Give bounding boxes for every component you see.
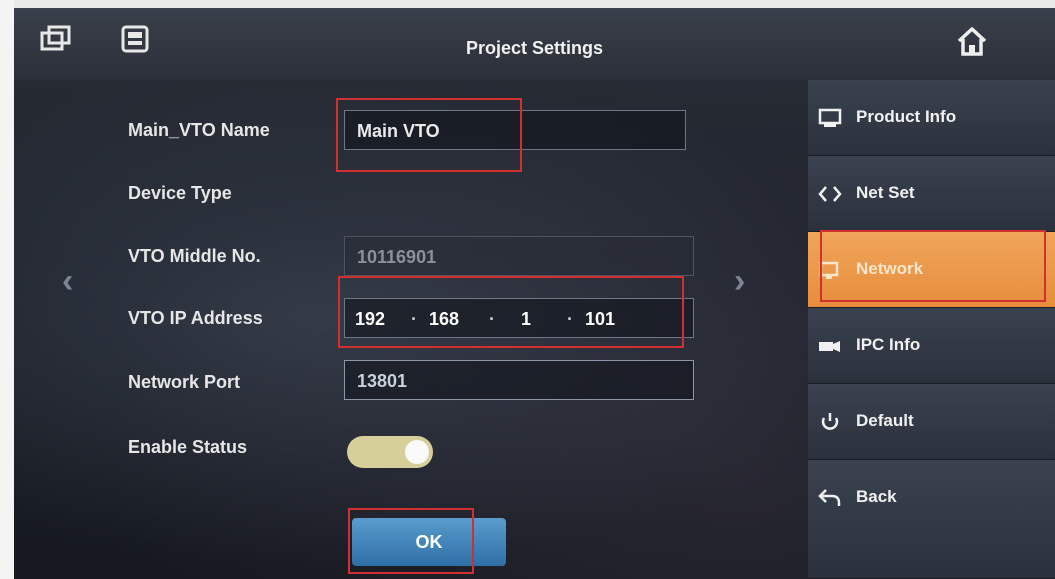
sidebar-item-label: Default: [856, 411, 914, 430]
enable-status-label: Enable Status: [128, 437, 248, 457]
sidebar-item-net-set[interactable]: Net Set: [808, 156, 1055, 232]
sidebar-item-label: Product Info: [856, 107, 957, 126]
back-arrow-icon: [818, 489, 841, 506]
keypad-icon[interactable]: [120, 24, 150, 54]
highlight-box-ok: [348, 508, 474, 574]
main-vto-name-label: Main_VTO Name: [128, 120, 270, 140]
vto-middle-no-field: 10116901: [344, 236, 694, 276]
sidebar-item-back[interactable]: Back: [808, 460, 1055, 579]
sidebar-item-ipc-info[interactable]: IPC Info: [808, 308, 1055, 384]
monitor-icon: [818, 108, 842, 127]
code-brackets-icon: [818, 186, 842, 202]
highlight-box-name: [336, 98, 522, 172]
camera-icon: [819, 341, 840, 352]
reset-icon: [821, 413, 839, 430]
device-bezel-top: [0, 0, 1055, 8]
sidebar-item-network[interactable]: Network: [808, 230, 1055, 308]
chevron-right-icon[interactable]: ›: [734, 262, 745, 301]
toggle-knob: [405, 440, 429, 464]
device-type-label: Device Type: [128, 183, 232, 203]
title-bar: Project Settings: [14, 8, 1055, 80]
vto-middle-no-label: VTO Middle No.: [128, 246, 261, 266]
network-port-field[interactable]: 13801: [344, 360, 694, 400]
chevron-left-icon[interactable]: ‹: [62, 262, 73, 301]
page-title: Project Settings: [465, 38, 604, 58]
enable-status-toggle[interactable]: [347, 436, 433, 468]
windows-icon[interactable]: [40, 24, 72, 56]
highlight-box-ip: [338, 276, 684, 348]
vto-ip-address-label: VTO IP Address: [128, 308, 263, 328]
highlight-box-network: [820, 230, 1046, 302]
device-bezel-left: [0, 0, 14, 579]
sidebar-item-default[interactable]: Default: [808, 384, 1055, 460]
sidebar-item-label: Back: [856, 487, 897, 506]
sidebar-item-product-info[interactable]: Product Info: [808, 80, 1055, 156]
sidebar: Product Info Net Set Network IPC Info De…: [808, 80, 1055, 579]
sidebar-item-label: Net Set: [856, 183, 915, 202]
sidebar-item-label: IPC Info: [856, 335, 921, 354]
home-icon[interactable]: [955, 24, 989, 58]
network-port-label: Network Port: [128, 372, 241, 392]
